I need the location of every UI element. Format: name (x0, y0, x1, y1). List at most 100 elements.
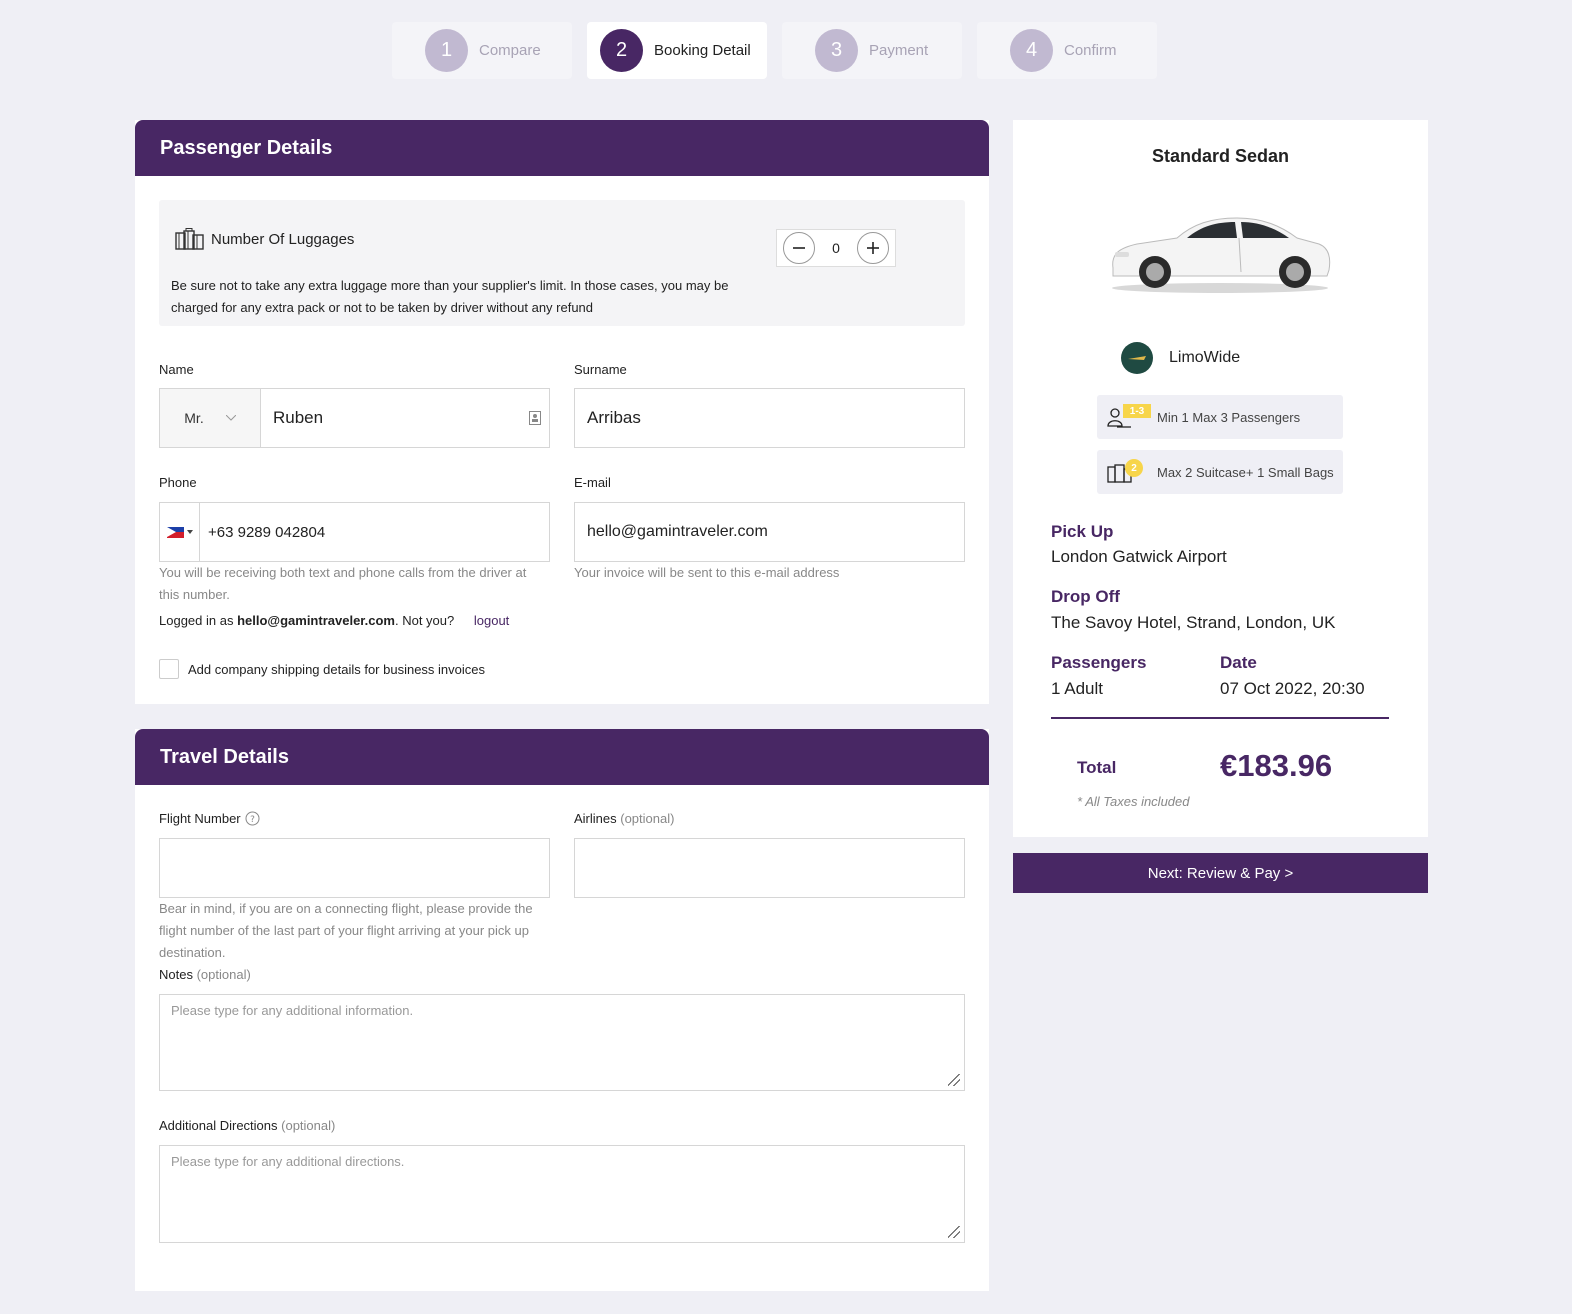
flight-help: Bear in mind, if you are on a connecting… (159, 901, 533, 960)
bag-capacity-chip: 2 Max 2 Suitcase+ 1 Small Bags (1097, 450, 1343, 494)
luggage-stepper[interactable]: 0 (776, 229, 896, 267)
step-payment[interactable]: 3 Payment (782, 22, 962, 79)
passenger-badge: 1-3 (1123, 404, 1151, 418)
contact-card-icon (529, 411, 541, 425)
directions-label-text: Additional Directions (159, 1118, 278, 1133)
vehicle-title: Standard Sedan (1151, 146, 1290, 166)
luggage-label: Number Of Luggages (211, 230, 355, 248)
step-label: Confirm (1064, 42, 1117, 59)
increment-button[interactable] (856, 232, 889, 264)
logged-email: hello@gamintraveler.com (237, 613, 395, 628)
supplier-logo (1121, 342, 1153, 374)
next-review-pay-button[interactable]: Next: Review & Pay > (1013, 853, 1428, 893)
passengers-value: 1 Adult (1051, 679, 1103, 698)
bag-capacity-text: Max 2 Suitcase+ 1 Small Bags (1157, 464, 1334, 480)
minus-icon (793, 247, 805, 249)
notes-label: Notes (optional) (159, 967, 251, 982)
date-label: Date (1220, 653, 1257, 672)
total-label: Total (1077, 758, 1117, 777)
directions-placeholder: Please type for any additional direction… (171, 1154, 405, 1169)
svg-text:?: ? (250, 815, 255, 825)
booking-summary-card: Standard Sedan LimoWide 1-3 Min 1 Max 3 … (1013, 120, 1428, 837)
surname-label: Surname (574, 362, 627, 377)
phone-input[interactable]: +63 9289 042804 (200, 524, 325, 541)
email-input[interactable]: hello@gamintraveler.com (574, 502, 965, 562)
email-value: hello@gamintraveler.com (587, 523, 768, 540)
flight-label-text: Flight Number (159, 811, 241, 826)
travel-details-panel: Travel Details Flight Number ? Bear in m… (135, 729, 989, 1291)
luggage-icon (175, 228, 204, 250)
resize-handle-icon[interactable] (948, 1074, 960, 1086)
passengers-icon: 1-3 (1105, 402, 1151, 432)
bags-badge: 2 (1125, 459, 1143, 477)
pickup-label: Pick Up (1051, 522, 1114, 541)
passengers-label: Passengers (1051, 653, 1147, 672)
flight-number-input[interactable] (159, 838, 550, 898)
step-booking-detail[interactable]: 2 Booking Detail (587, 22, 767, 79)
resize-handle-icon[interactable] (948, 1226, 960, 1238)
logged-prefix: Logged in as (159, 613, 238, 628)
email-help: Your invoice will be sent to this e-mail… (574, 565, 840, 580)
panel-title: Travel Details (135, 729, 989, 785)
airlines-input[interactable] (574, 838, 965, 898)
caret-down-icon (186, 530, 193, 534)
sedan-car-image (1112, 217, 1331, 293)
notes-placeholder: Please type for any additional informati… (171, 1003, 414, 1018)
directions-label: Additional Directions (optional) (159, 1118, 335, 1133)
step-compare[interactable]: 1 Compare (392, 22, 572, 79)
phone-field: +63 9289 042804 (159, 502, 550, 562)
email-label: E-mail (574, 475, 611, 490)
name-label: Name (159, 362, 194, 377)
step-number: 3 (815, 29, 858, 72)
notes-textarea[interactable]: Please type for any additional informati… (159, 994, 965, 1091)
step-label: Booking Detail (654, 42, 751, 59)
logout-link[interactable]: logout (474, 613, 509, 628)
total-price: €183.96 (1220, 748, 1333, 783)
pickup-value: London Gatwick Airport (1051, 547, 1227, 566)
surname-input[interactable]: Arribas (574, 388, 965, 448)
optional-tag: (optional) (620, 811, 675, 826)
passenger-details-panel: Passenger Details Number Of Luggages 0 B… (135, 120, 989, 704)
help-icon[interactable]: ? (245, 811, 260, 826)
airlines-label-text: Airlines (574, 811, 617, 826)
summary-divider (1051, 717, 1389, 719)
flight-number-label: Flight Number ? (159, 811, 260, 826)
phone-help: You will be receiving both text and phon… (159, 565, 527, 602)
dropoff-label: Drop Off (1051, 587, 1120, 606)
company-checkbox-label: Add company shipping details for busines… (188, 661, 486, 677)
name-input[interactable]: Ruben (261, 408, 529, 428)
step-number: 4 (1010, 29, 1053, 72)
company-checkbox[interactable] (159, 659, 179, 679)
step-label: Compare (479, 42, 541, 59)
plus-icon (866, 242, 879, 254)
step-confirm[interactable]: 4 Confirm (977, 22, 1157, 79)
optional-tag: (optional) (281, 1118, 336, 1133)
title-select[interactable]: Mr. (160, 389, 261, 447)
philippines-flag-icon (166, 526, 184, 538)
step-label: Payment (869, 42, 929, 59)
supplier-name: LimoWide (1169, 349, 1241, 366)
luggage-title: Number Of Luggages (175, 228, 354, 250)
chevron-down-icon (225, 415, 236, 421)
step-number: 1 (425, 29, 468, 72)
supplier-row: LimoWide (1121, 342, 1240, 374)
optional-tag: (optional) (196, 967, 251, 982)
directions-textarea[interactable]: Please type for any additional direction… (159, 1145, 965, 1243)
phone-label: Phone (159, 475, 197, 490)
luggage-box: Number Of Luggages 0 Be sure not to take… (159, 200, 965, 326)
limo-logo-icon (1128, 356, 1146, 360)
decrement-button[interactable] (783, 232, 815, 264)
suitcase-icon: 2 (1105, 457, 1145, 487)
luggage-note: Be sure not to take any extra luggage mo… (171, 278, 729, 315)
logged-in-text: Logged in as hello@gamintraveler.com. No… (159, 613, 509, 628)
notes-label-text: Notes (159, 967, 193, 982)
date-value: 07 Oct 2022, 20:30 (1220, 679, 1365, 698)
country-select[interactable] (160, 503, 200, 561)
passenger-capacity-text: Min 1 Max 3 Passengers (1157, 409, 1301, 425)
passenger-capacity-chip: 1-3 Min 1 Max 3 Passengers (1097, 395, 1343, 439)
airlines-label: Airlines (optional) (574, 811, 674, 826)
company-details-row: Add company shipping details for busines… (159, 659, 485, 679)
surname-value: Arribas (587, 408, 641, 427)
logged-suffix: . Not you? (394, 613, 455, 628)
title-value: Mr. (184, 410, 204, 426)
